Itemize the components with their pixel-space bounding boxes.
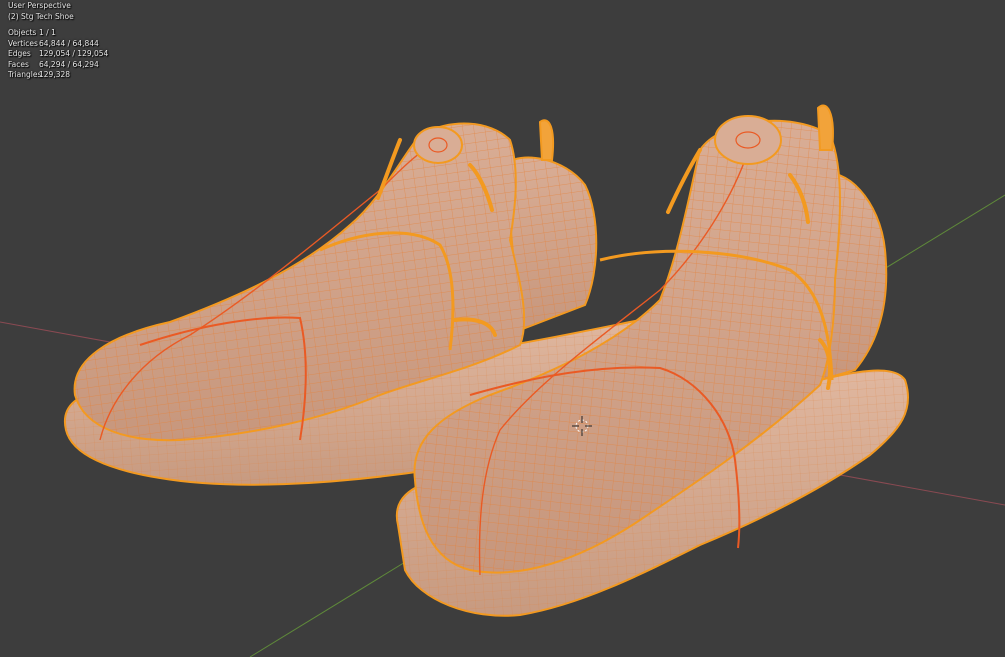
stat-label: Vertices	[8, 38, 38, 48]
collection-label: (2) Stg Tech Shoe	[8, 11, 74, 21]
scene-render[interactable]	[0, 0, 1005, 657]
3d-viewport[interactable]: User Perspective (2) Stg Tech Shoe Objec…	[0, 0, 1005, 657]
stat-faces: Faces 64,294 / 64,294	[8, 60, 108, 71]
view-name: User Perspective	[8, 1, 71, 10]
stat-objects: Objects 1 / 1	[8, 28, 108, 39]
stat-value: 1 / 1	[39, 28, 56, 37]
stat-label: Objects	[8, 28, 37, 37]
stat-value: 64,294 / 64,294	[39, 59, 99, 69]
stat-label: Triangles	[8, 70, 42, 79]
viewport-stats-overlay: User Perspective (2) Stg Tech Shoe Objec…	[8, 1, 108, 81]
stat-label: Faces	[8, 59, 29, 69]
stat-label: Edges	[8, 49, 31, 58]
stat-edges: Edges 129,054 / 129,054	[8, 49, 108, 60]
stat-vertices: Vertices 64,844 / 64,844	[8, 39, 108, 50]
stat-value: 64,844 / 64,844	[39, 38, 99, 48]
stat-value: 129,054 / 129,054	[39, 49, 109, 58]
stat-triangles: Triangles 129,328	[8, 70, 108, 81]
stat-value: 129,328	[39, 70, 71, 79]
